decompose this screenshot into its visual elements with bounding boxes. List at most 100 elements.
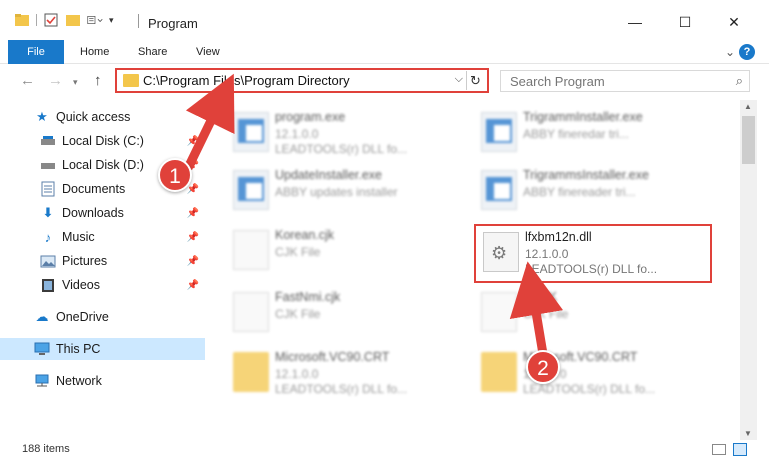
file-item[interactable]: UpdateInstaller.exe ABBY updates install…: [205, 162, 445, 220]
cloud-icon: ☁: [35, 309, 49, 324]
nav-downloads[interactable]: ⬇ Downloads 📌: [0, 202, 205, 224]
tab-view[interactable]: View: [184, 40, 232, 64]
folder-icon: [233, 352, 269, 392]
nav-label: Quick access: [56, 110, 131, 124]
nav-label: Pictures: [62, 254, 108, 268]
step-badge-1: 1: [158, 158, 192, 192]
minimize-button[interactable]: —: [615, 8, 655, 36]
chevron-down-icon[interactable]: ⌵: [455, 73, 463, 86]
nav-label: Network: [56, 374, 102, 388]
scroll-up-icon[interactable]: ▲: [744, 102, 752, 111]
pin-icon: 📌: [186, 231, 199, 243]
nav-local-disk-c[interactable]: Local Disk (C:) 📌: [0, 130, 205, 152]
tab-share[interactable]: Share: [126, 40, 179, 64]
file-name: program.exe: [275, 110, 346, 124]
status-bar: 188 items: [0, 440, 769, 475]
title-bar: ▾ Program — ☐ ✕: [0, 0, 769, 40]
tab-file[interactable]: File: [8, 40, 64, 64]
file-description: ABBY updates installer: [275, 185, 398, 199]
details-view-icon[interactable]: [712, 444, 726, 455]
file-item[interactable]: Korean.cjk CJK File: [205, 222, 445, 280]
nav-videos[interactable]: Videos 📌: [0, 274, 205, 296]
window-title: Program: [148, 16, 198, 31]
step-badge-2: 2: [526, 350, 560, 384]
file-description: LEADTOOLS(r) DLL fo...: [275, 142, 408, 156]
new-folder-icon[interactable]: [65, 13, 81, 27]
file-item[interactable]: program.exe 12.1.0.0 LEADTOOLS(r) DLL fo…: [205, 104, 445, 162]
file-item[interactable]: TrigrammsInstaller.exe ABBY finereader t…: [453, 162, 693, 220]
network-icon: [34, 373, 50, 389]
nav-onedrive[interactable]: ☁ OneDrive: [0, 306, 205, 328]
file-item[interactable]: ...CJK CJK File: [453, 284, 693, 342]
properties-icon[interactable]: [43, 13, 59, 27]
scrollbar-thumb[interactable]: [742, 116, 755, 164]
downloads-icon: ⬇: [42, 205, 54, 220]
folder-icon: [481, 352, 517, 392]
document-icon: [233, 292, 269, 332]
title-separator: [138, 14, 139, 28]
pin-icon: 📌: [186, 279, 199, 291]
file-type: CJK File: [275, 245, 321, 259]
file-name: Korean.cjk: [275, 228, 335, 242]
file-description: ABBY finereader tri...: [523, 185, 636, 199]
large-icons-view-icon[interactable]: [733, 443, 747, 456]
file-name: FastNmi.cjk: [275, 290, 341, 304]
toolbar-dropdown-icon[interactable]: ▾: [109, 15, 114, 26]
file-description: LEADTOOLS(r) DLL fo...: [275, 382, 408, 396]
quick-access-toolbar: ▾: [14, 13, 114, 27]
nav-label: Music: [62, 230, 95, 244]
nav-this-pc[interactable]: This PC: [0, 338, 205, 360]
scroll-down-icon[interactable]: ▼: [744, 429, 752, 438]
folder-icon[interactable]: [14, 13, 30, 27]
file-item[interactable]: Microsoft.VC90.CRT 12.1.0.0 LEADTOOLS(r)…: [453, 344, 693, 402]
close-button[interactable]: ✕: [714, 8, 754, 36]
file-type: CJK File: [275, 307, 321, 321]
file-name: UpdateInstaller.exe: [275, 168, 383, 182]
file-item[interactable]: Microsoft.VC90.CRT 12.1.0.0 LEADTOOLS(r)…: [205, 344, 445, 402]
nav-music[interactable]: ♪ Music 📌: [0, 226, 205, 248]
navigation-pane: ★ Quick access Local Disk (C:) 📌 Local D…: [0, 100, 205, 440]
file-name: TrigrammsInstaller.exe: [523, 168, 649, 182]
nav-label: Videos: [62, 278, 100, 292]
file-version: 12.1.0.0: [275, 127, 319, 141]
refresh-icon[interactable]: ↻: [466, 71, 484, 90]
item-count: 188 items: [22, 443, 70, 455]
address-bar[interactable]: C:\Program Files\Program Directory ⌵ ↻: [115, 68, 489, 93]
help-icon[interactable]: ?: [739, 44, 755, 60]
search-box[interactable]: ⌕: [500, 70, 750, 92]
recent-locations-icon[interactable]: ▾: [73, 77, 78, 88]
file-item[interactable]: FastNmi.cjk CJK File: [205, 284, 445, 342]
star-icon: ★: [36, 109, 48, 124]
nav-label: This PC: [56, 342, 101, 356]
search-input[interactable]: [501, 71, 711, 91]
document-icon: [233, 230, 269, 270]
computer-icon: [34, 341, 50, 357]
maximize-button[interactable]: ☐: [665, 8, 705, 36]
ribbon-tabs: File Home Share View ⌄ ?: [0, 40, 769, 64]
back-arrow-icon[interactable]: ←: [20, 72, 35, 89]
nav-pictures[interactable]: Pictures 📌: [0, 250, 205, 272]
nav-label: Downloads: [62, 206, 124, 220]
address-path[interactable]: C:\Program Files\Program Directory: [143, 73, 350, 88]
documents-icon: [40, 181, 56, 197]
customize-toolbar-icon[interactable]: [87, 13, 103, 27]
tab-home[interactable]: Home: [68, 40, 121, 64]
drive-icon: [40, 157, 56, 173]
expand-ribbon-icon[interactable]: ⌄: [725, 45, 735, 59]
pin-icon: 📌: [186, 255, 199, 267]
up-arrow-icon[interactable]: ↑: [94, 72, 102, 89]
file-description: ABBY fineredar tri...: [523, 127, 629, 141]
application-icon: [481, 170, 517, 210]
drive-icon: [40, 133, 56, 149]
file-item[interactable]: TrigrammInstaller.exe ABBY fineredar tri…: [453, 104, 693, 162]
search-icon[interactable]: ⌕: [736, 73, 743, 89]
forward-arrow-icon[interactable]: →: [48, 72, 63, 89]
application-icon: [233, 170, 269, 210]
file-name: TrigrammInstaller.exe: [523, 110, 643, 124]
file-version: 12.1.0.0: [275, 367, 319, 381]
nav-label: Documents: [62, 182, 126, 196]
nav-quick-access[interactable]: ★ Quick access: [0, 106, 205, 128]
nav-network[interactable]: Network: [0, 370, 205, 392]
vertical-scrollbar[interactable]: ▲ ▼: [740, 100, 757, 440]
folder-icon: [123, 74, 139, 87]
